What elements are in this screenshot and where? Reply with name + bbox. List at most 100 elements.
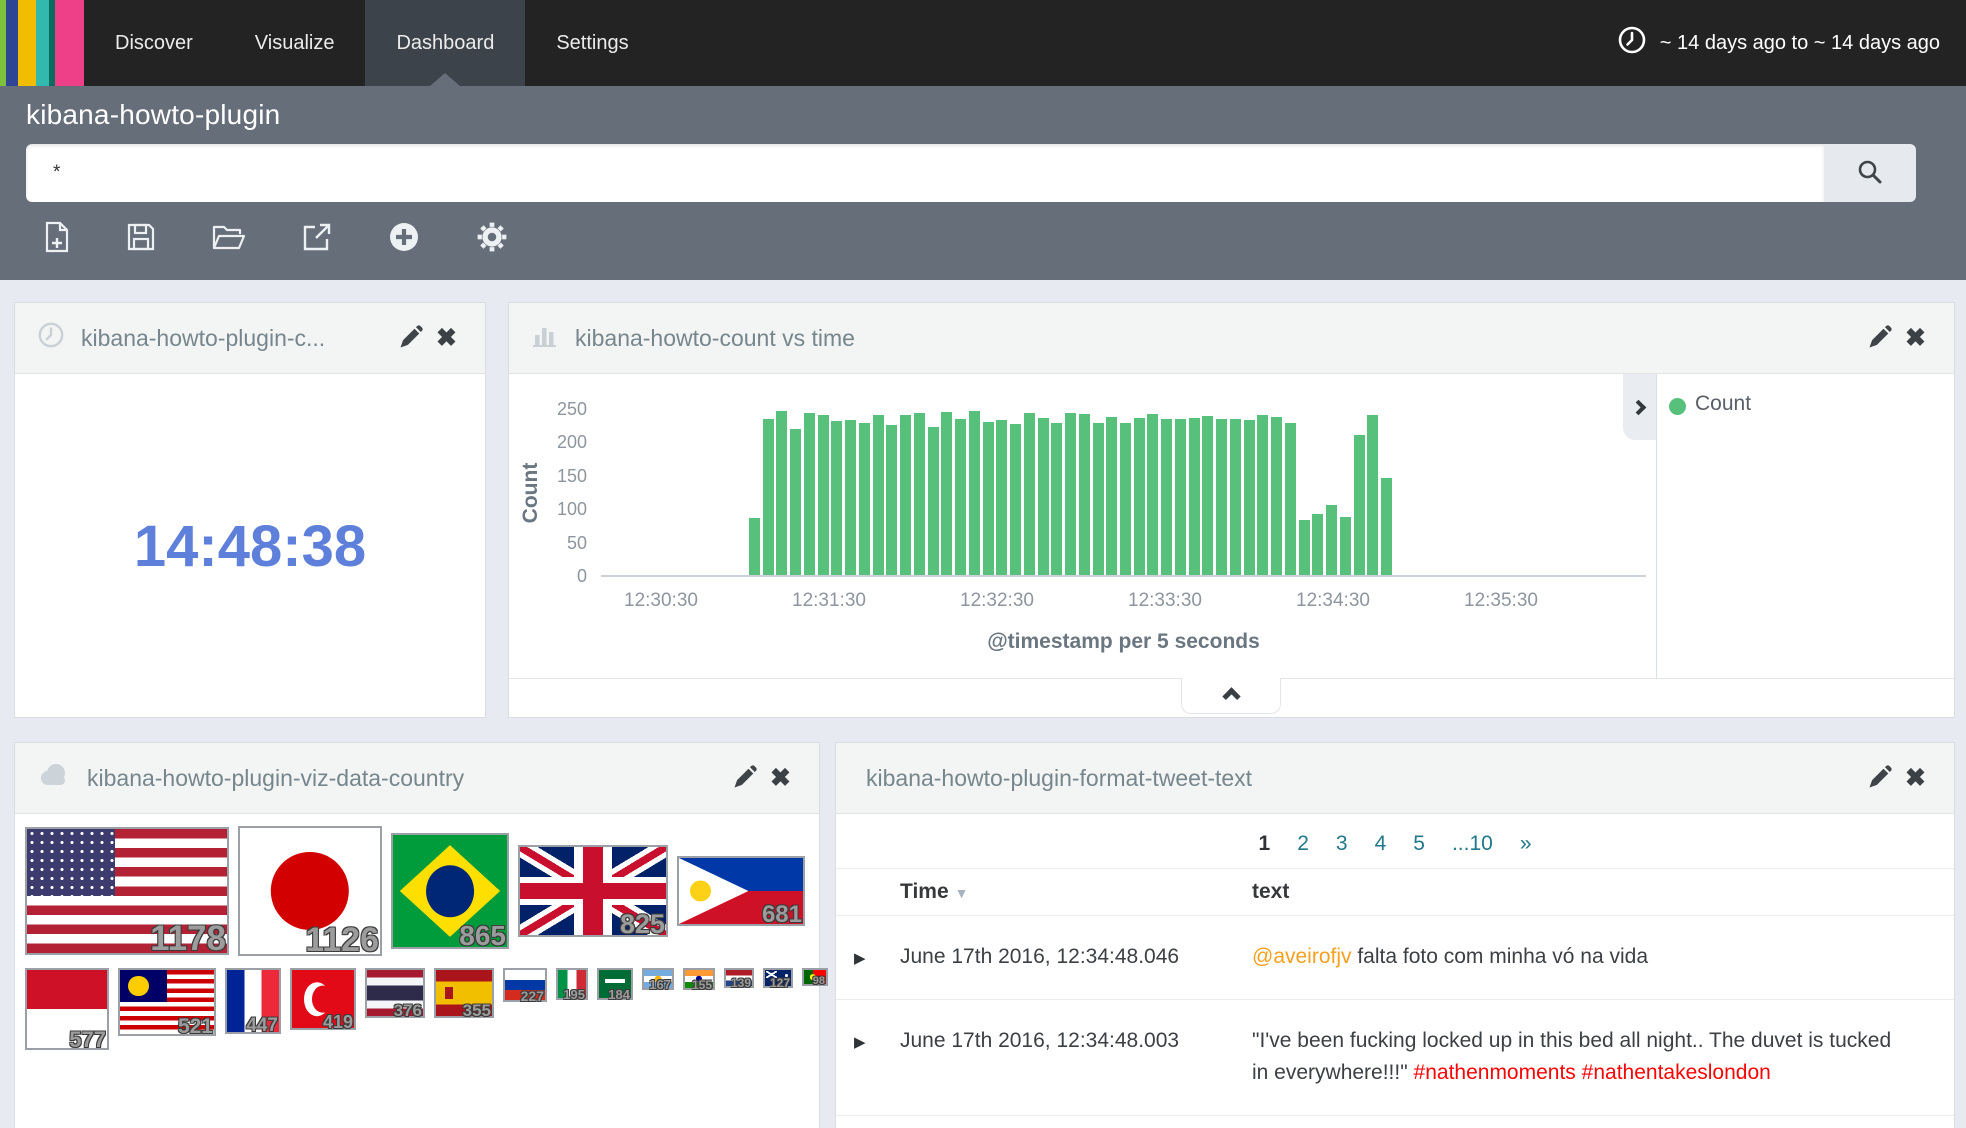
chart-bar[interactable] <box>1381 478 1392 575</box>
search-button[interactable] <box>1824 144 1916 202</box>
chart-bar[interactable] <box>1161 419 1172 575</box>
chart-bar[interactable] <box>859 423 870 575</box>
chart-bar[interactable] <box>941 412 952 575</box>
close-panel-button[interactable]: ✖ <box>1899 764 1932 793</box>
chart-bar[interactable] <box>996 420 1007 575</box>
chart-bar[interactable] <box>1147 414 1158 575</box>
load-dashboard-button[interactable] <box>212 221 246 255</box>
chart-bar[interactable] <box>1134 418 1145 575</box>
flag-my[interactable]: 521 <box>118 968 216 1036</box>
flag-ar[interactable]: 167 <box>642 968 674 990</box>
chart-bar[interactable] <box>1051 423 1062 575</box>
chart-bar[interactable] <box>955 419 966 575</box>
chart-bar[interactable] <box>914 413 925 575</box>
close-panel-button[interactable]: ✖ <box>764 764 797 793</box>
share-dashboard-button[interactable] <box>302 221 332 255</box>
chart-bar[interactable] <box>804 413 815 575</box>
chart-bar[interactable] <box>900 415 911 575</box>
add-visualization-button[interactable] <box>388 221 420 255</box>
kibana-logo[interactable] <box>0 0 84 86</box>
column-header-time[interactable]: Time▼ <box>900 880 1252 904</box>
flag-pt[interactable]: 98 <box>802 968 828 986</box>
page-link-[interactable]: » <box>1520 832 1532 856</box>
edit-panel-button[interactable] <box>1861 322 1899 355</box>
chart-bar[interactable] <box>886 425 897 575</box>
hashtag-link[interactable]: #nathentakeslondon <box>1582 1061 1771 1084</box>
chart-bar[interactable] <box>1312 514 1323 575</box>
chart-bar[interactable] <box>1244 420 1255 575</box>
chart-bar[interactable] <box>1367 415 1378 575</box>
chart-bar[interactable] <box>790 429 801 575</box>
chart-bar[interactable] <box>1271 417 1282 575</box>
edit-panel-button[interactable] <box>392 322 430 355</box>
nav-item-settings[interactable]: Settings <box>525 0 659 86</box>
flag-es[interactable]: 355 <box>434 968 494 1018</box>
flag-fr[interactable]: 447 <box>225 968 281 1034</box>
flag-in[interactable]: 155 <box>683 968 715 990</box>
chart-bar[interactable] <box>831 421 842 575</box>
chart-bar[interactable] <box>1024 413 1035 575</box>
flag-tr[interactable]: 419 <box>290 968 356 1030</box>
chart-bar[interactable] <box>1340 517 1351 575</box>
chart-bar[interactable] <box>1202 416 1213 575</box>
chart-bar[interactable] <box>749 518 760 575</box>
new-dashboard-button[interactable] <box>44 221 70 255</box>
page-link-5[interactable]: 5 <box>1413 832 1425 856</box>
chart-bar[interactable] <box>1230 419 1241 575</box>
mention-link[interactable]: @aveirofjv <box>1252 945 1352 968</box>
chart-bar[interactable] <box>873 415 884 575</box>
flag-br[interactable]: 865 <box>391 833 509 949</box>
nav-item-visualize[interactable]: Visualize <box>224 0 366 86</box>
time-picker[interactable]: ~ 14 days ago to ~ 14 days ago <box>1617 0 1966 86</box>
chart-bar[interactable] <box>776 411 787 575</box>
close-panel-button[interactable]: ✖ <box>430 324 463 353</box>
chart-bar[interactable] <box>1038 418 1049 575</box>
flag-gb[interactable]: 825 <box>518 845 668 937</box>
flag-ph[interactable]: 681 <box>677 856 805 926</box>
chart-bar[interactable] <box>1216 419 1227 575</box>
hashtag-link[interactable]: #nathenmoments <box>1414 1061 1576 1084</box>
nav-item-discover[interactable]: Discover <box>84 0 224 86</box>
edit-panel-button[interactable] <box>726 762 764 795</box>
chart-bar[interactable] <box>1299 520 1310 575</box>
chart-bar[interactable] <box>1093 423 1104 575</box>
flag-jp[interactable]: 1126 <box>238 826 382 956</box>
flag-id[interactable]: 577 <box>25 968 109 1050</box>
chart-bar[interactable] <box>1285 423 1296 575</box>
page-link-4[interactable]: 4 <box>1375 832 1387 856</box>
chart-bar[interactable] <box>1106 417 1117 575</box>
flag-au[interactable]: 127 <box>763 968 793 988</box>
chart-bar[interactable] <box>1010 424 1021 575</box>
chart-bar[interactable] <box>1065 413 1076 575</box>
legend-toggle-button[interactable] <box>1623 374 1656 440</box>
chart-bar[interactable] <box>1175 419 1186 575</box>
chart-bar[interactable] <box>928 427 939 575</box>
save-dashboard-button[interactable] <box>126 221 156 255</box>
close-panel-button[interactable]: ✖ <box>1899 324 1932 353</box>
expand-caret-icon[interactable]: ▶ <box>854 950 866 967</box>
flag-nl[interactable]: 139 <box>724 968 754 988</box>
nav-item-dashboard[interactable]: Dashboard <box>365 0 525 86</box>
chart-bar[interactable] <box>763 419 774 575</box>
flag-sa[interactable]: 184 <box>597 968 633 1000</box>
chart-bar[interactable] <box>1326 505 1337 575</box>
flag-it[interactable]: 195 <box>556 968 588 1000</box>
chart-bar[interactable] <box>969 411 980 575</box>
legend-label[interactable]: Count <box>1695 392 1751 416</box>
chart-bar[interactable] <box>983 422 994 575</box>
flag-ru[interactable]: 227 <box>503 968 547 1002</box>
chart-bar[interactable] <box>1257 415 1268 575</box>
flag-us[interactable]: 1178 <box>25 827 229 955</box>
chart-bar[interactable] <box>1120 423 1131 575</box>
expand-caret-icon[interactable]: ▶ <box>854 1034 866 1051</box>
chart-bar[interactable] <box>1079 414 1090 575</box>
page-link-3[interactable]: 3 <box>1336 832 1348 856</box>
spy-toggle-button[interactable] <box>1181 678 1281 714</box>
page-link-1[interactable]: 1 <box>1259 832 1271 856</box>
chart-bar[interactable] <box>1354 435 1365 575</box>
edit-panel-button[interactable] <box>1861 762 1899 795</box>
chart-bar[interactable] <box>1189 418 1200 575</box>
chart-bar[interactable] <box>818 415 829 575</box>
dashboard-options-button[interactable] <box>476 221 508 255</box>
query-input[interactable] <box>26 144 1824 202</box>
